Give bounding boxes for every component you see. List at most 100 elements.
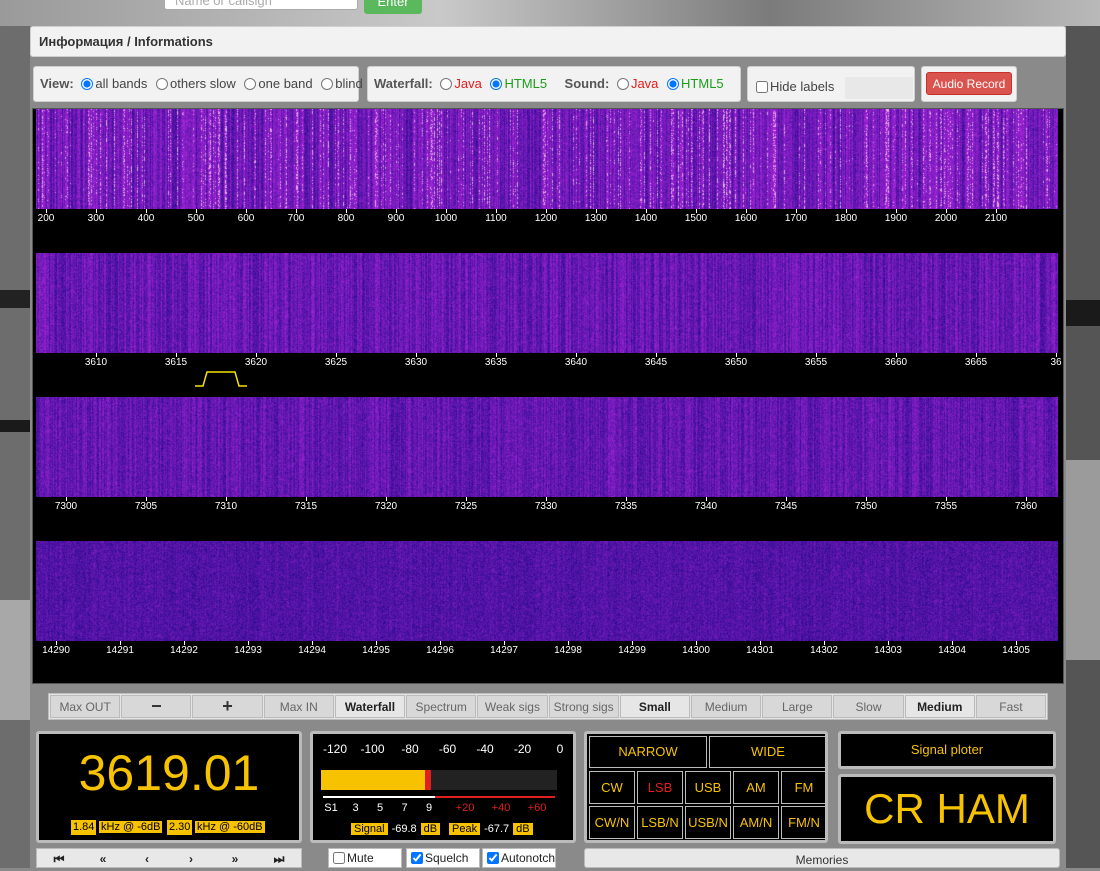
fast-forward-icon[interactable]: » (213, 849, 257, 867)
scale-tick-label: 600 (237, 213, 255, 224)
db-scale-label: -60 (438, 742, 457, 756)
bw-60db-value: 2.30 (167, 820, 193, 835)
mode-fm-n-button[interactable]: FM/N (781, 806, 827, 839)
scale-tick-label: 7335 (614, 501, 638, 512)
db-scale-label: -100 (360, 742, 385, 756)
wide-button[interactable]: WIDE (709, 736, 827, 768)
bw-60db-label: kHz @ -60dB (195, 821, 265, 833)
scale-tick-label: 800 (337, 213, 355, 224)
scale-tick-label: 2100 (984, 213, 1008, 224)
mode-lsb-button[interactable]: LSB (637, 771, 683, 804)
scale-tick-label: 3635 (484, 357, 508, 368)
spectrum-mode-button[interactable]: Spectrum (406, 695, 477, 718)
speed-slow-button[interactable]: Slow (833, 695, 904, 718)
size-large-button[interactable]: Large (762, 695, 833, 718)
first-icon[interactable]: ⏮ (37, 849, 81, 867)
size-small-button[interactable]: Small (619, 695, 690, 718)
mode-lsb-n-button[interactable]: LSB/N (637, 806, 683, 839)
waterfall-band-3[interactable] (36, 397, 1058, 497)
db-scale-label: -120 (322, 742, 348, 756)
waterfall-band-4[interactable] (36, 541, 1058, 641)
scale-tick-label: 1000 (434, 213, 458, 224)
mode-fm-button[interactable]: FM (781, 771, 827, 804)
mode-usb-button[interactable]: USB (685, 771, 731, 804)
mode-am-button[interactable]: AM (733, 771, 779, 804)
scale-tick-label: 7345 (774, 501, 798, 512)
sound-java[interactable]: Java (615, 76, 658, 91)
scale-tick-label: 7355 (934, 501, 958, 512)
mode-panel: NARROW WIDE CW LSB USB AM FM CW/N LSB/N USB/N AM… (584, 731, 828, 843)
view-blind[interactable]: blind (319, 76, 363, 91)
scale-tick-label: 7310 (214, 501, 238, 512)
zoom-out-button[interactable]: − (121, 695, 192, 718)
peak-readout: Peak -67.7 dB (449, 822, 533, 837)
view-one-band[interactable]: one band (242, 76, 313, 91)
hide-labels-checkbox[interactable]: Hide labels (754, 79, 834, 94)
forward-icon[interactable]: › (169, 849, 213, 867)
band-2-scale: 3610 3615 3620 3625 3630 3635 3640 3645 3650 3655… (36, 353, 1062, 375)
db-scale-label: -80 (401, 742, 419, 756)
callsign-search-input[interactable]: Name or callsign (164, 0, 358, 10)
scale-tick-label: 14291 (106, 645, 134, 656)
view-others-slow[interactable]: others slow (154, 76, 236, 91)
mode-cw-button[interactable]: CW (589, 771, 635, 804)
scale-tick-label: 1300 (584, 213, 608, 224)
scale-tick-label: 3625 (324, 357, 348, 368)
mute-checkbox[interactable]: Mute (328, 848, 402, 868)
db-scale-label: -20 (513, 742, 532, 756)
hide-labels-box: Hide labels (747, 66, 915, 102)
fast-back-icon[interactable]: « (81, 849, 125, 867)
scale-tick-label: 500 (187, 213, 205, 224)
mode-cw-n-button[interactable]: CW/N (589, 806, 635, 839)
signal-readout: Signal -69.8 dB (351, 822, 441, 837)
sound-html5[interactable]: HTML5 (665, 76, 724, 91)
scale-tick-label: 3655 (804, 357, 828, 368)
scale-tick-label: 300 (87, 213, 105, 224)
speed-medium-button[interactable]: Medium (904, 695, 975, 718)
scale-tick-label: 14298 (554, 645, 582, 656)
waterfall-html5[interactable]: HTML5 (488, 76, 547, 91)
waterfall-band-2[interactable] (36, 253, 1058, 353)
scale-tick-label: 7320 (374, 501, 398, 512)
enter-button[interactable]: Enter (364, 0, 422, 14)
scale-tick-label: 14297 (490, 645, 518, 656)
speed-fast-button[interactable]: Fast (975, 695, 1047, 718)
back-icon[interactable]: ‹ (125, 849, 169, 867)
bw-6db-label: kHz @ -6dB (99, 821, 163, 833)
last-icon[interactable]: ⏭ (257, 849, 301, 867)
s-scale-label: 7 (401, 802, 408, 814)
max-in-button[interactable]: Max IN (263, 695, 334, 718)
passband-filter-icon[interactable] (193, 369, 253, 389)
weak-sigs-button[interactable]: Weak sigs (477, 695, 548, 718)
band-3-scale: 7300 7305 7310 7315 7320 7325 7330 7335 7340 7345… (36, 497, 1058, 519)
waterfall-band-1[interactable] (36, 109, 1058, 209)
mode-am-n-button[interactable]: AM/N (733, 806, 779, 839)
zoom-in-button[interactable]: + (192, 695, 263, 718)
scale-tick-label: 3650 (724, 357, 748, 368)
max-out-button[interactable]: Max OUT (50, 695, 121, 718)
signal-ploter-button[interactable]: Signal ploter (838, 731, 1056, 769)
scale-tick-label: 14294 (298, 645, 326, 656)
scale-tick-label: 14296 (426, 645, 454, 656)
scale-tick-label: 3660 (884, 357, 908, 368)
scale-tick-label: 3615 (164, 357, 188, 368)
info-bar[interactable]: Информация / Informations (30, 26, 1066, 57)
audio-record-button[interactable]: Audio Record (926, 72, 1012, 95)
strong-sigs-button[interactable]: Strong sigs (548, 695, 619, 718)
frequency-display[interactable]: 3619.01 (39, 744, 299, 802)
waterfall-java[interactable]: Java (438, 76, 482, 91)
autonotch-checkbox[interactable]: Autonotch (482, 848, 556, 868)
view-all-bands[interactable]: all bands (79, 76, 147, 91)
narrow-button[interactable]: NARROW (589, 736, 707, 768)
squelch-checkbox[interactable]: Squelch (406, 848, 480, 868)
memories-button[interactable]: Memories (584, 848, 1060, 868)
size-medium-button[interactable]: Medium (690, 695, 762, 718)
scale-tick-label: 14305 (1002, 645, 1030, 656)
scale-tick-label: 1700 (784, 213, 808, 224)
station-logo: CR HAM (838, 774, 1056, 844)
info-title[interactable]: Информация / Informations (39, 34, 213, 49)
waterfall-display[interactable]: 200 300 400 500 600 700 800 900 1000 1100 1200 1300… (32, 108, 1064, 684)
waterfall-mode-button[interactable]: Waterfall (334, 695, 406, 718)
mode-usb-n-button[interactable]: USB/N (685, 806, 731, 839)
scale-tick-label: 1400 (634, 213, 658, 224)
